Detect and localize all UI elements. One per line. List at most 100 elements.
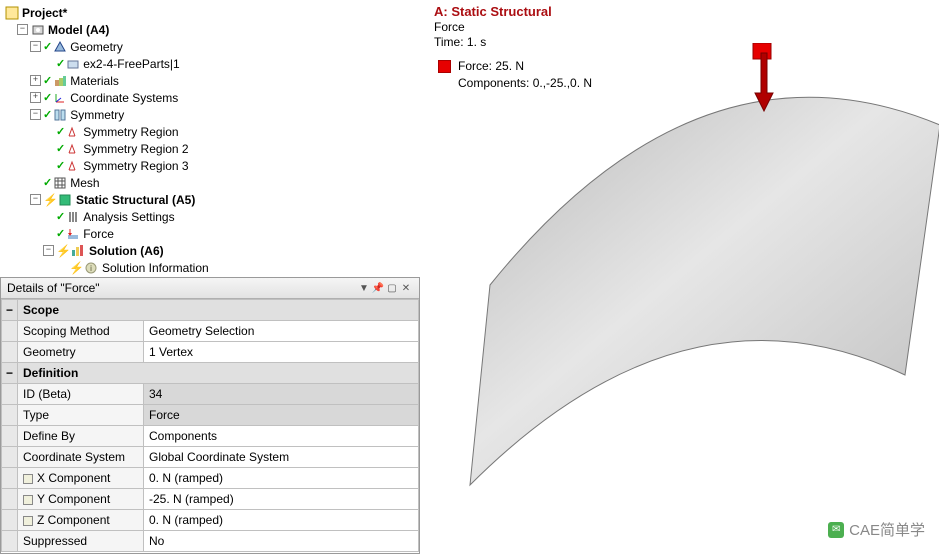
model-icon [30,22,45,37]
tree-item-model[interactable]: − Model (A4) [4,21,420,38]
viewport-subtitle: Force [434,20,465,34]
expander-icon[interactable]: − [43,245,54,256]
expander-icon[interactable]: − [30,109,41,120]
pin-icon[interactable]: 📌 [371,283,385,294]
row-scoping-method[interactable]: Scoping MethodGeometry Selection [2,321,419,342]
bolt-icon: ⚡ [43,193,58,207]
param-checkbox[interactable] [23,495,33,505]
tree-label: Symmetry Region 3 [83,159,188,173]
force-arrow [745,43,785,113]
expander-icon[interactable]: − [30,41,41,52]
tree-item-analysis-settings[interactable]: ✓ Analysis Settings [4,208,420,225]
tree-item-solution-info[interactable]: ⚡ i Solution Information [4,259,420,275]
row-id[interactable]: ID (Beta)34 [2,384,419,405]
coordsys-icon [52,90,67,105]
symregion-icon [65,124,80,139]
row-suppressed[interactable]: SuppressedNo [2,531,419,552]
project-icon [4,5,19,20]
row-type[interactable]: TypeForce [2,405,419,426]
section-definition[interactable]: −Definition [2,363,419,384]
viewport-title: A: Static Structural [434,4,552,19]
popout-icon[interactable]: ▢ [385,283,399,294]
tree-item-project[interactable]: Project* [4,4,420,21]
dropdown-icon[interactable]: ▼ [357,283,371,294]
viewport-time: Time: 1. s [434,35,486,49]
tree-item-solution[interactable]: − ⚡ Solution (A6) [4,242,420,259]
tree-label: Geometry [70,40,123,54]
tree-label: Materials [70,74,119,88]
close-icon[interactable]: ✕ [399,283,413,294]
legend-swatch [438,60,451,73]
row-x-component[interactable]: X Component0. N (ramped) [2,468,419,489]
tree-item-symregion1[interactable]: ✓ Symmetry Region [4,123,420,140]
force-icon [65,226,80,241]
row-y-component[interactable]: Y Component-25. N (ramped) [2,489,419,510]
tree-label: Project* [22,6,67,20]
wechat-icon: ✉ [828,522,844,538]
tree-item-force[interactable]: ✓ Force [4,225,420,242]
tree-item-symmetry[interactable]: − ✓ Symmetry [4,106,420,123]
tree-item-coordsys[interactable]: + ✓ Coordinate Systems [4,89,420,106]
tree-label: Solution (A6) [89,244,164,258]
tree-label: Solution Information [102,261,209,275]
details-title: Details of "Force" [7,281,357,295]
row-coord-system[interactable]: Coordinate SystemGlobal Coordinate Syste… [2,447,419,468]
tree-label: Analysis Settings [83,210,174,224]
row-define-by[interactable]: Define ByComponents [2,426,419,447]
tree-item-parts[interactable]: ✓ ex2-4-FreeParts|1 [4,55,420,72]
expander-icon[interactable]: − [17,24,28,35]
expander-icon[interactable]: + [30,92,41,103]
param-checkbox[interactable] [23,474,33,484]
geometry-surface [460,55,939,505]
tree-label: ex2-4-FreeParts|1 [83,57,180,71]
tree-label: Mesh [70,176,99,190]
tree-label: Coordinate Systems [70,91,178,105]
symregion-icon [65,158,80,173]
solution-icon [71,243,86,258]
check-icon: ✓ [56,142,65,155]
info-icon: i [84,260,99,275]
row-z-component[interactable]: Z Component0. N (ramped) [2,510,419,531]
check-icon: ✓ [56,57,65,70]
check-icon: ✓ [56,227,65,240]
param-checkbox[interactable] [23,516,33,526]
tree-label: Force [83,227,114,241]
tree-item-symregion2[interactable]: ✓ Symmetry Region 2 [4,140,420,157]
tree-label: Symmetry [70,108,124,122]
tree-item-geometry[interactable]: − ✓ Geometry [4,38,420,55]
tree-label: Static Structural (A5) [76,193,195,207]
viewport[interactable]: A: Static Structural Force Time: 1. s Fo… [420,0,939,554]
expander-icon[interactable]: − [30,194,41,205]
model-tree[interactable]: Project* − Model (A4) − ✓ Geometry ✓ ex2… [0,0,420,275]
mesh-icon [52,175,67,190]
check-icon: ✓ [56,159,65,172]
symmetry-icon [52,107,67,122]
check-icon: ✓ [43,91,52,104]
static-icon [58,192,73,207]
bolt-icon: ⚡ [56,244,71,258]
tree-label: Symmetry Region [83,125,178,139]
details-panel: Details of "Force" ▼ 📌 ▢ ✕ −Scope Scopin… [0,277,420,554]
row-geometry[interactable]: Geometry1 Vertex [2,342,419,363]
tree-label: Symmetry Region 2 [83,142,188,156]
expander-icon[interactable]: + [30,75,41,86]
details-header: Details of "Force" ▼ 📌 ▢ ✕ [1,278,419,299]
tree-item-symregion3[interactable]: ✓ Symmetry Region 3 [4,157,420,174]
tree-label: Model (A4) [48,23,109,37]
tree-item-mesh[interactable]: ✓ Mesh [4,174,420,191]
settings-icon [65,209,80,224]
tree-item-materials[interactable]: + ✓ Materials [4,72,420,89]
check-icon: ✓ [43,108,52,121]
tree-item-static[interactable]: − ⚡ Static Structural (A5) [4,191,420,208]
geometry-icon [52,39,67,54]
symregion-icon [65,141,80,156]
check-icon: ✓ [43,40,52,53]
section-scope[interactable]: −Scope [2,300,419,321]
check-icon: ✓ [56,125,65,138]
svg-text:i: i [91,264,93,273]
details-grid: −Scope Scoping MethodGeometry Selection … [1,299,419,552]
check-icon: ✓ [43,74,52,87]
surface-icon [65,56,80,71]
watermark: ✉ CAE简单学 [828,519,925,540]
bolt-icon: ⚡ [69,261,84,275]
